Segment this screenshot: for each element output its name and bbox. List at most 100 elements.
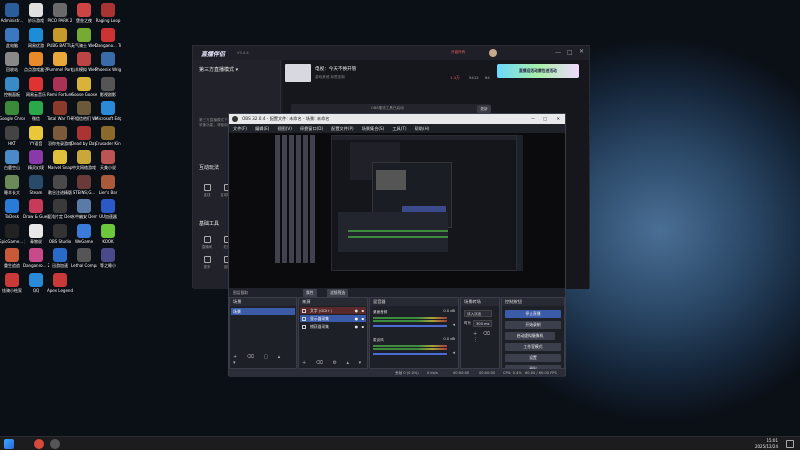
menu-item[interactable]: 帮助(H): [415, 126, 430, 131]
desktop-icon[interactable]: 等之睡小: [95, 248, 121, 268]
desktop-icon[interactable]: Crusader Kings III: [95, 125, 121, 146]
obs-window[interactable]: OBS 32.0.4 - 配置文件: 未命名 - 场景: 未命名 — □ ✕ 文…: [228, 113, 566, 377]
desktop-icon[interactable]: 羽你充录游戏: [47, 125, 73, 146]
menu-item[interactable]: 工具(T): [392, 126, 406, 131]
desktop-icon[interactable]: 迅游加速: [47, 248, 73, 268]
menu-item[interactable]: 停靠窗口(D): [300, 126, 323, 131]
tool-button[interactable]: 更多: [201, 256, 213, 272]
desktop-icon[interactable]: STEINS;G...: [71, 174, 97, 195]
avatar[interactable]: [489, 49, 497, 57]
visibility-icon[interactable]: ●: [355, 315, 358, 322]
notice-button[interactable]: 更新: [477, 105, 491, 113]
obs-close-icon[interactable]: ✕: [556, 114, 560, 124]
desktop-icon[interactable]: Phoenix Wright A...: [95, 52, 121, 72]
clock[interactable]: 15:01 2025/12/24: [755, 438, 778, 449]
desktop-icon[interactable]: Goose Goose Duck: [71, 76, 97, 97]
taskbar-obs-icon[interactable]: [50, 439, 60, 449]
obs-preview[interactable]: [229, 133, 565, 288]
desktop-icon[interactable]: 炫骑小绘家: [0, 272, 25, 293]
desktop-icon[interactable]: Lethal Company: [71, 248, 97, 268]
menu-item[interactable]: 编辑(E): [255, 126, 269, 131]
desktop-icon[interactable]: 影视剧影: [95, 76, 121, 97]
desktop-icon[interactable]: Administr...: [0, 3, 25, 23]
lock-icon[interactable]: ▪: [361, 323, 364, 330]
desktop-icon[interactable]: YY语音: [23, 125, 49, 146]
desktop-icon[interactable]: QQ: [23, 272, 49, 293]
desktop-icon[interactable]: Apex Legends: [47, 272, 73, 293]
menu-item[interactable]: 配置文件(P): [331, 126, 354, 131]
stream-title[interactable]: 电视：今天不换开管: [315, 66, 356, 72]
desktop-icon[interactable]: 山羊模拟 WeGame版: [71, 52, 97, 72]
desktop-icon[interactable]: ToDesk: [0, 199, 25, 219]
desktop-icon[interactable]: 回收站: [0, 52, 25, 72]
menu-item[interactable]: 视图(V): [277, 126, 292, 131]
desktop-icon[interactable]: 混沌片定 Demo: [47, 199, 73, 219]
desktop-icon[interactable]: WeGame: [71, 223, 97, 244]
lock-icon[interactable]: ▪: [361, 307, 364, 314]
mute-icon[interactable]: ◂: [452, 350, 455, 356]
desktop-icon[interactable]: 青物说: [23, 223, 49, 244]
tool-button[interactable]: 连线: [201, 184, 213, 200]
desktop-icon[interactable]: 中文网络游戏: [71, 150, 97, 170]
transition-select[interactable]: 淡入淡出: [464, 310, 492, 317]
close-icon[interactable]: ✕: [579, 48, 584, 55]
obs-minimize-icon[interactable]: —: [531, 114, 535, 124]
desktop-icon[interactable]: PUBG BATTLEGR...: [47, 27, 73, 48]
desktop-icon[interactable]: Dead by Daylight: [71, 125, 97, 146]
desktop-icon[interactable]: 歌谷注进精版: [47, 174, 73, 195]
desktop-icon[interactable]: Marvel Snap: [47, 150, 73, 170]
stream-thumbnail[interactable]: [285, 64, 311, 82]
desktop-icon[interactable]: Total War THREE K...: [47, 101, 73, 121]
desktop-icon[interactable]: 水中幽安 Demo: [71, 199, 97, 219]
desktop-icon[interactable]: 控制面板: [0, 76, 25, 97]
desktop-icon[interactable]: 精灵幻境: [23, 150, 49, 170]
source-item[interactable]: 捕获器采集 ● ▪: [300, 323, 366, 330]
visibility-icon[interactable]: ●: [355, 323, 358, 330]
desktop-icon[interactable]: OBS Studio: [47, 223, 73, 244]
source-item[interactable]: 显示器采集 ● ▪: [300, 315, 366, 322]
desktop-icon[interactable]: Raging Loop: [95, 3, 121, 23]
desktop-icon[interactable]: 堡垒之夜: [71, 3, 97, 23]
properties-button[interactable]: 属性: [303, 288, 317, 297]
notification-icon[interactable]: [786, 440, 794, 448]
desktop-icon[interactable]: 网易云音乐: [23, 76, 49, 97]
desktop-icon[interactable]: 网易优游: [23, 27, 49, 48]
source-item[interactable]: 文字 (GDI+) ● ▪: [300, 307, 366, 314]
desktop-icon[interactable]: EpicGame... 游戏什么: [0, 223, 25, 244]
mode-selector[interactable]: 第三方直播模式 ▾: [199, 66, 238, 73]
desktop-icon[interactable]: HKT: [0, 125, 25, 146]
desktop-icon[interactable]: Danganro... 2 Goodb...: [23, 248, 49, 268]
desktop-icon[interactable]: Lier's Bar: [95, 174, 121, 195]
visibility-icon[interactable]: ●: [355, 307, 358, 314]
desktop-icon[interactable]: 点点游戏盒子: [23, 52, 49, 72]
desktop-icon[interactable]: PICO PARK 2: [47, 3, 73, 23]
desktop-icon[interactable]: 微信: [23, 101, 49, 121]
desktop-icon[interactable]: 天美小说: [95, 150, 121, 170]
desktop-icon[interactable]: Dangano... Trigger H...: [95, 27, 121, 48]
desktop-icon[interactable]: 元气骑士 WeGame版: [71, 27, 97, 48]
desktop-icon[interactable]: 白鹿空山: [0, 150, 25, 170]
menu-item[interactable]: 文件(F): [233, 126, 247, 131]
minimize-icon[interactable]: —: [555, 49, 561, 56]
windows-start-icon[interactable]: [4, 439, 14, 449]
taskbar-live-app-icon[interactable]: [34, 439, 44, 449]
menu-item[interactable]: 场景集合(S): [362, 126, 385, 131]
desktop-icon[interactable]: 睡羊长大: [0, 174, 25, 195]
desktop-icon[interactable]: Steam: [23, 174, 49, 195]
volume-slider[interactable]: [373, 325, 447, 327]
maximize-icon[interactable]: □: [567, 49, 573, 56]
filters-button[interactable]: 滤镜筛选: [327, 288, 349, 297]
lock-icon[interactable]: ▪: [361, 315, 364, 322]
desktop-icon[interactable]: Microsoft Edge: [95, 101, 121, 121]
desktop-icon[interactable]: 重生追追: [0, 248, 25, 268]
desktop-icon[interactable]: UU加速器: [95, 199, 121, 219]
desktop-icon[interactable]: 此电脑: [0, 27, 25, 48]
desktop-icon[interactable]: KOOK: [95, 223, 121, 244]
desktop-icon[interactable]: Draw & Guess - ...: [23, 199, 49, 219]
control-button[interactable]: 停止直播: [505, 310, 561, 318]
duration-input[interactable]: 300 ms: [473, 320, 492, 327]
desktop-icon[interactable]: 不相信他们 Wolfgrom...: [71, 101, 97, 121]
volume-slider[interactable]: [373, 353, 447, 355]
control-button[interactable]: 工作室模式: [505, 343, 561, 351]
desktop-icon[interactable]: Remi Fortune ...: [47, 76, 73, 97]
